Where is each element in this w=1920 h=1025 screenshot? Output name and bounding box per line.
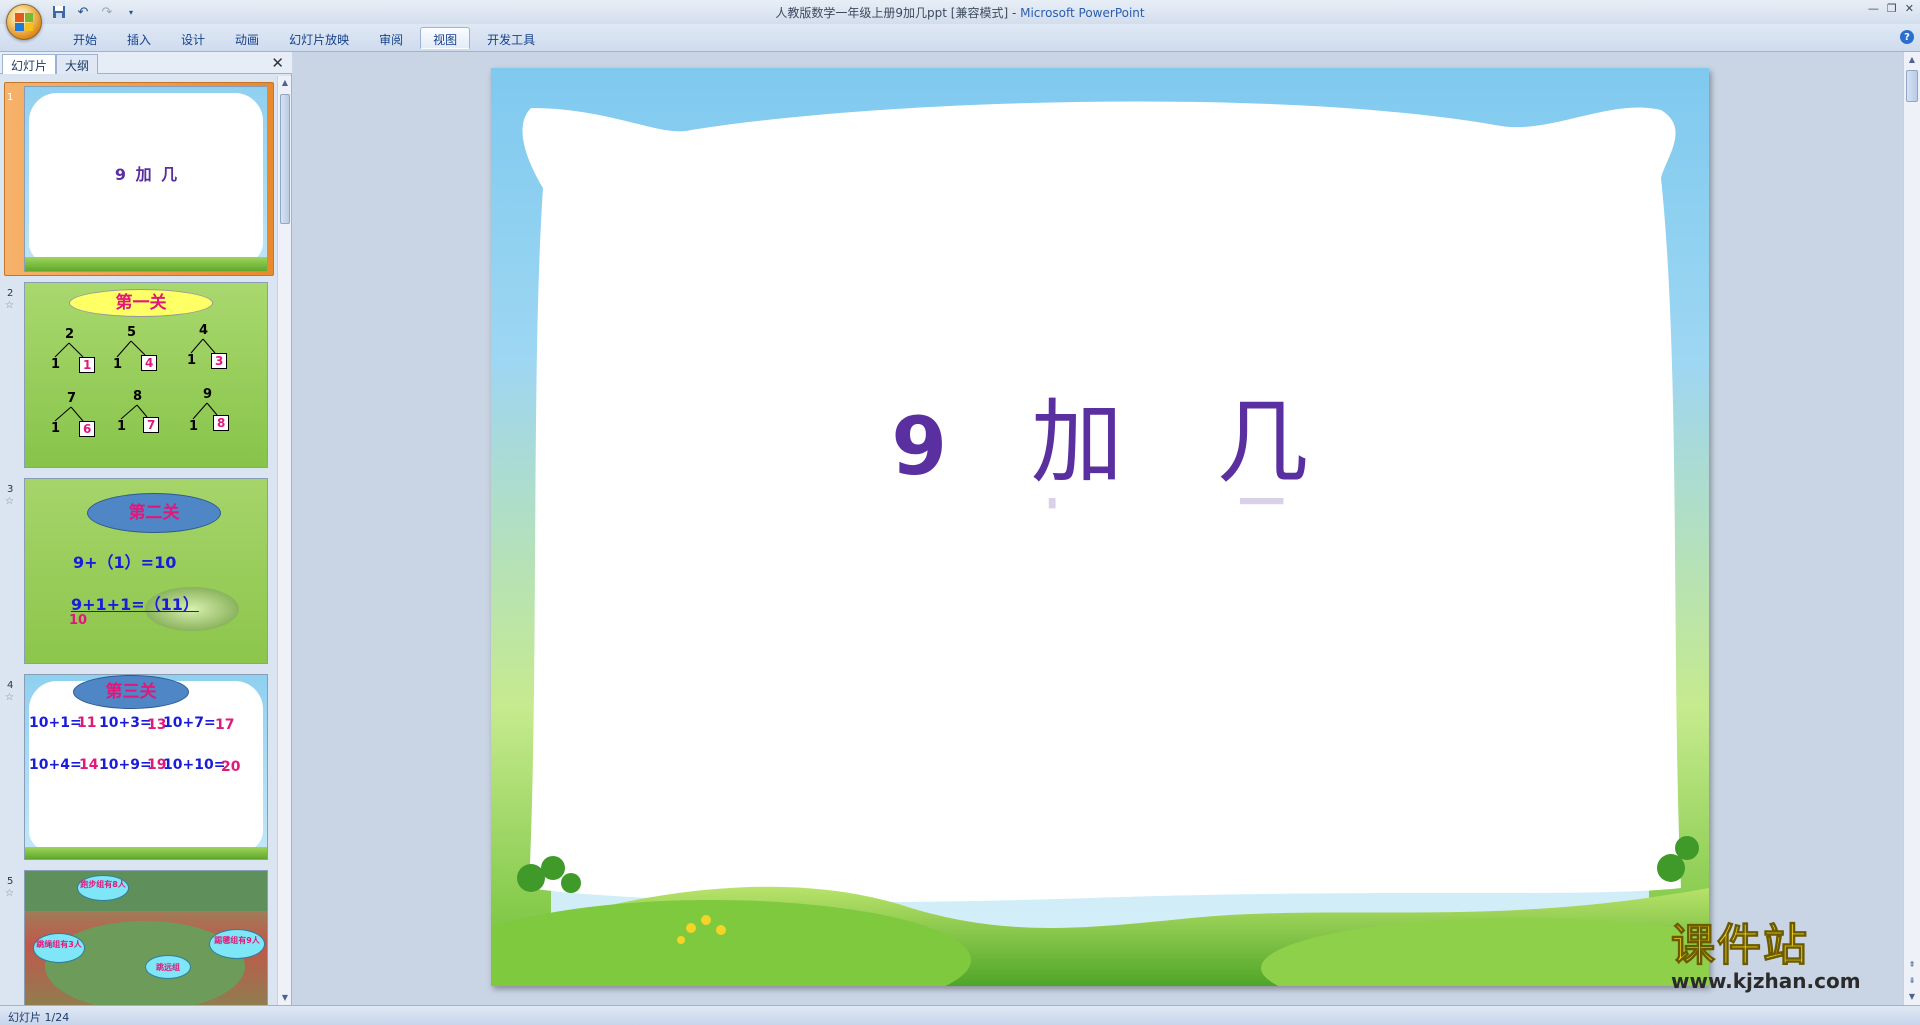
thumb-eq1: 9+（1）=10 (73, 553, 177, 572)
slide-thumbnail: 跑步组有8人 跳绳组有3人 踢毽组有9人 跳远组 (24, 870, 268, 1005)
thumb-title: 9 加 几 (114, 165, 180, 184)
pane-close-icon[interactable]: ✕ (271, 54, 284, 72)
bubble: 跳远组 (145, 955, 191, 979)
animation-star-icon: ☆ (5, 692, 14, 703)
window-controls: — ❐ ✕ (1868, 2, 1914, 15)
eq-a: 11 (77, 715, 97, 731)
eq-a: 17 (215, 717, 235, 733)
eq-q: 10+3= (99, 715, 152, 731)
bubble: 跑步组有8人 (77, 875, 129, 901)
slide-scrollbar[interactable]: ▲ ⇞ ⇟ ▼ (1903, 52, 1920, 1005)
minimize-icon[interactable]: — (1868, 2, 1879, 15)
thumb-title: 第三关 (73, 675, 189, 709)
slide-title-word1: 加 (1030, 389, 1123, 496)
animation-star-icon: ☆ (5, 496, 14, 507)
thumb-title: 第二关 (87, 493, 221, 533)
pane-tabs: 幻灯片 大纲 ✕ (0, 52, 292, 74)
tab-home[interactable]: 开始 (60, 27, 110, 49)
slide-title-reflection: 9 加 几 (491, 498, 1709, 538)
eq-q: 10+4= (29, 757, 82, 773)
office-button[interactable] (6, 4, 42, 40)
scroll-thumb[interactable] (280, 94, 290, 224)
thumbnail-list: 1 9 加 几 2 ☆ 第一关 2 1 1 5 1 4 4 1 3 7 1 6 … (0, 76, 276, 1005)
restore-icon[interactable]: ❐ (1887, 2, 1897, 15)
ribbon: 开始 插入 设计 动画 幻灯片放映 审阅 视图 开发工具 ? (0, 24, 1920, 52)
tab-design[interactable]: 设计 (168, 27, 218, 49)
tab-review[interactable]: 审阅 (366, 27, 416, 49)
office-logo-icon (15, 13, 33, 31)
slide-thumbnail: 9 加 几 (24, 86, 268, 272)
app-name: Microsoft PowerPoint (1020, 6, 1145, 20)
thumb-sub: 10 (69, 613, 88, 628)
prev-slide-icon[interactable]: ⇞ (1904, 957, 1920, 973)
slide-thumbnail: 第二关 9+（1）=10 9+1+1=（11） 10 (24, 478, 268, 664)
eq-q: 10+10= (163, 757, 226, 773)
eq-a: 20 (221, 759, 241, 775)
slides-pane: 幻灯片 大纲 ✕ 1 9 加 几 2 ☆ 第一关 2 1 1 5 1 4 4 1… (0, 52, 292, 1005)
thumb-grass (25, 847, 267, 859)
tab-insert[interactable]: 插入 (114, 27, 164, 49)
animation-star-icon: ☆ (5, 300, 14, 311)
next-slide-icon[interactable]: ⇟ (1904, 973, 1920, 989)
thumb-eq2: 9+1+1=（11） (71, 595, 199, 614)
slide-number: 4 (7, 680, 14, 691)
bubble: 跳绳组有3人 (33, 933, 85, 963)
document-title: 人教版数学一年级上册9加几ppt [兼容模式] (775, 6, 1009, 20)
slide-thumbnail: 第三关 10+1= 11 10+3= 13 10+7= 17 10+4= 14 … (24, 674, 268, 860)
eq-q: 10+9= (99, 757, 152, 773)
slide-title-number: 9 (891, 400, 947, 493)
slide-counter: 幻灯片 1/24 (8, 1011, 70, 1024)
watermark: 课件站 www.kjzhan.com (1671, 920, 1901, 1002)
ribbon-tabs: 开始 插入 设计 动画 幻灯片放映 审阅 视图 开发工具 (60, 27, 548, 49)
scroll-down-icon[interactable]: ▼ (278, 991, 292, 1005)
tab-slides[interactable]: 幻灯片 (2, 54, 57, 74)
tab-animations[interactable]: 动画 (222, 27, 272, 49)
slide-editor: 9 加 几 9 加 几 课件站 www.kjzhan.com (293, 52, 1903, 1005)
help-icon[interactable]: ? (1900, 30, 1914, 44)
window-title: 人教版数学一年级上册9加几ppt [兼容模式] - Microsoft Powe… (0, 4, 1920, 21)
slide-number: 5 (7, 876, 14, 887)
slide-number: 2 (7, 288, 14, 299)
slide-title-word2: 几 (1216, 389, 1309, 496)
tab-view[interactable]: 视图 (420, 27, 471, 49)
scroll-up-icon[interactable]: ▲ (278, 76, 292, 90)
animation-star-icon: ☆ (5, 888, 14, 899)
slide-thumbnail: 第一关 2 1 1 5 1 4 4 1 3 7 1 6 8 1 7 9 1 8 (24, 282, 268, 468)
scroll-down-icon[interactable]: ▼ (1904, 989, 1920, 1005)
slide-title-block: 9 加 几 (491, 368, 1709, 501)
status-bar: 幻灯片 1/24 (0, 1005, 1920, 1025)
tab-outline[interactable]: 大纲 (56, 54, 99, 74)
watermark-cn: 课件站 (1671, 920, 1809, 971)
watermark-url: www.kjzhan.com (1671, 969, 1861, 993)
current-slide[interactable]: 9 加 几 9 加 几 (491, 68, 1709, 986)
title-separator: - (1008, 6, 1021, 20)
eq-q: 10+7= (163, 715, 216, 731)
scroll-thumb[interactable] (1906, 70, 1918, 102)
close-icon[interactable]: ✕ (1905, 2, 1914, 15)
slide-number: 3 (7, 484, 14, 495)
slide-number: 1 (7, 92, 14, 103)
thumb-field-top (25, 871, 267, 911)
tab-developer[interactable]: 开发工具 (474, 27, 548, 49)
thumbnail-scrollbar[interactable]: ▲ ▼ (277, 76, 291, 1005)
scroll-up-icon[interactable]: ▲ (1904, 52, 1920, 68)
eq-a: 14 (79, 757, 99, 773)
eq-q: 10+1= (29, 715, 82, 731)
thumb-grass (25, 257, 267, 271)
bubble: 踢毽组有9人 (209, 929, 265, 959)
title-bar: ↶ ↷ ▾ 人教版数学一年级上册9加几ppt [兼容模式] - Microsof… (0, 0, 1920, 24)
tree-lines (54, 338, 218, 422)
tab-slideshow[interactable]: 幻灯片放映 (276, 27, 362, 49)
